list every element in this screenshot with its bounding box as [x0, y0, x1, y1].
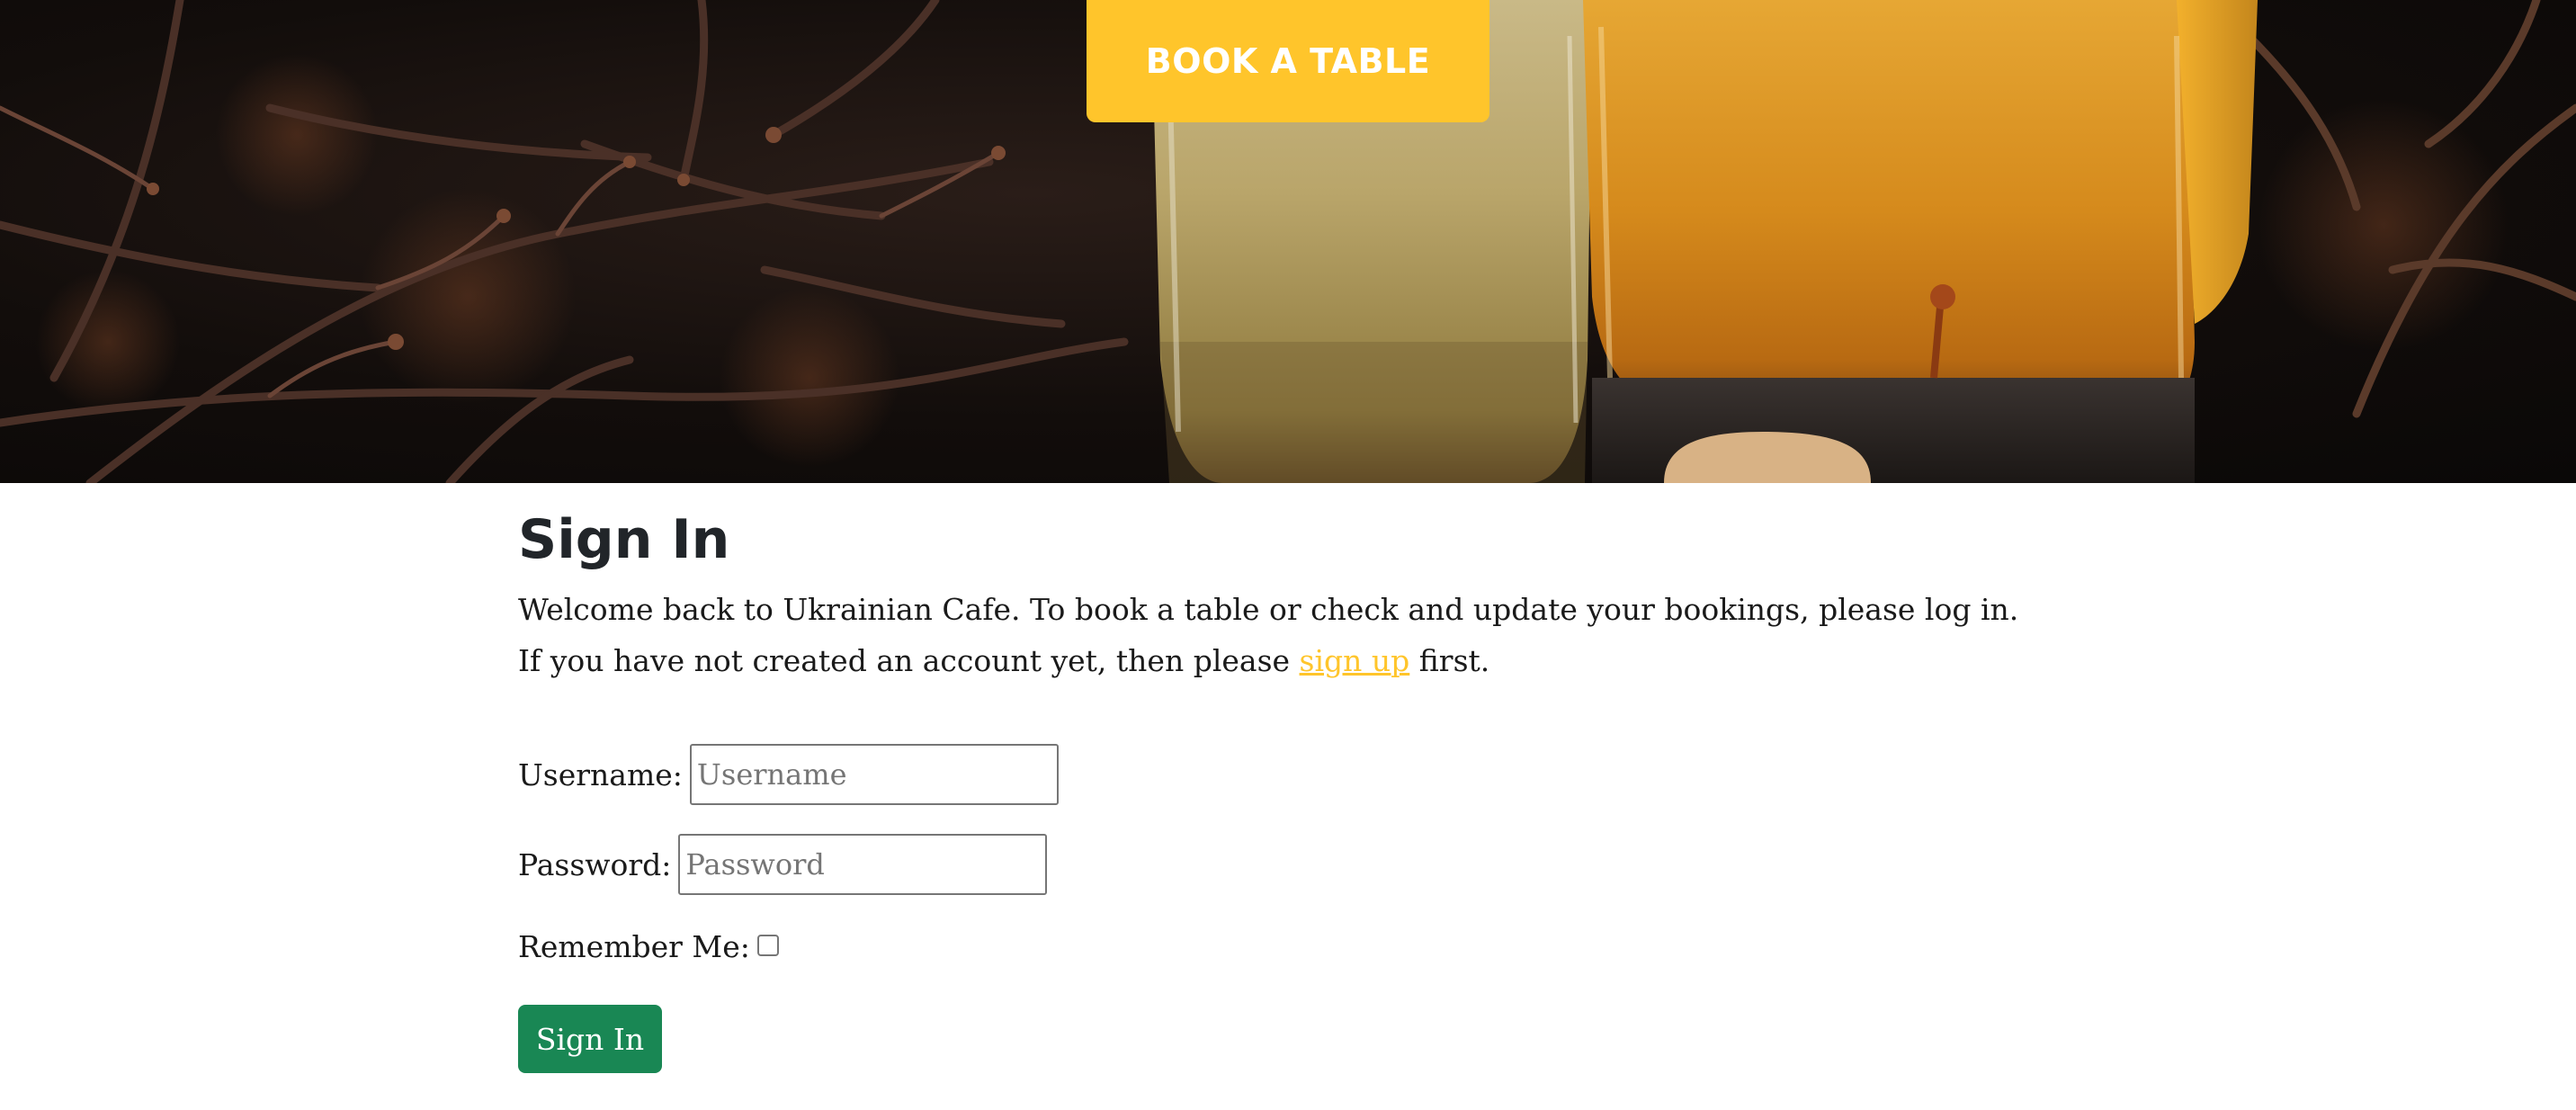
signin-intro: Welcome back to Ukrainian Cafe. To book … [518, 584, 2047, 686]
password-label: Password: [518, 846, 672, 882]
book-table-button[interactable]: BOOK A TABLE [1087, 0, 1489, 122]
signup-link[interactable]: sign up [1300, 643, 1410, 678]
password-input[interactable] [678, 834, 1048, 895]
page-title: Sign In [518, 508, 730, 571]
intro-text-after: first. [1409, 643, 1490, 678]
password-row: Password: [518, 834, 1048, 895]
signin-submit-button[interactable]: Sign In [518, 1005, 662, 1073]
remember-checkbox[interactable] [756, 934, 779, 956]
book-table-button-label: BOOK A TABLE [1145, 41, 1431, 81]
remember-row: Remember Me: [518, 929, 779, 964]
remember-label: Remember Me: [518, 929, 750, 964]
intro-text-before: Welcome back to Ukrainian Cafe. To book … [518, 592, 2019, 678]
username-row: Username: [518, 744, 1059, 805]
hero-banner: BOOK A TABLE [0, 0, 2576, 483]
username-input[interactable] [689, 744, 1059, 805]
username-label: Username: [518, 756, 683, 792]
